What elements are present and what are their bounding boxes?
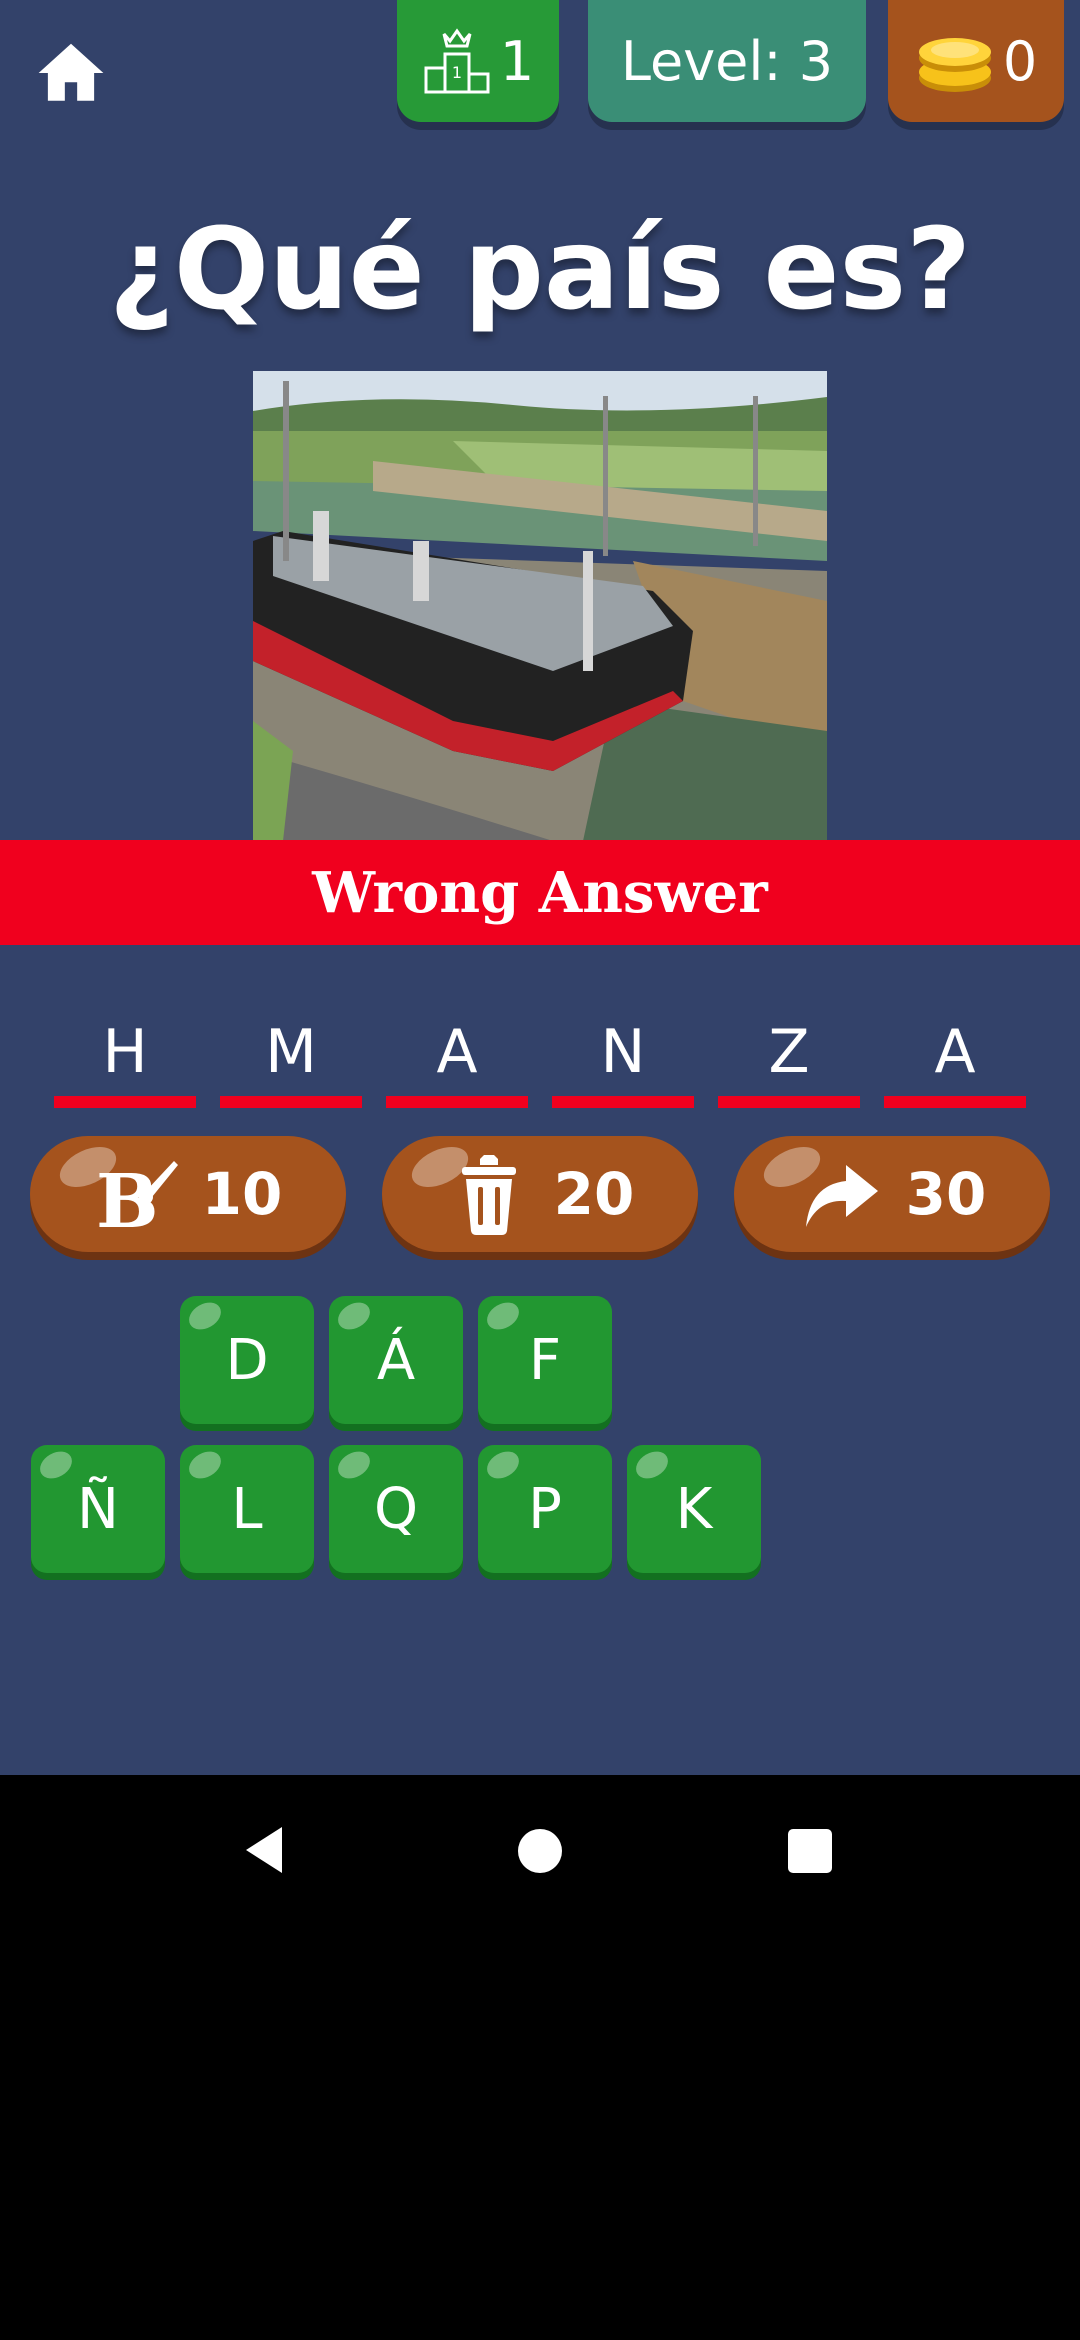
- coins-icon: [918, 38, 991, 92]
- letter-key-label: L: [231, 1476, 263, 1542]
- rank-value: 1: [499, 29, 535, 93]
- home-icon[interactable]: [34, 36, 108, 110]
- letter-key-label: P: [528, 1476, 562, 1542]
- letter-key[interactable]: P: [478, 1445, 612, 1573]
- letter-key[interactable]: Ñ: [31, 1445, 165, 1573]
- reveal-letter-cost: 10: [201, 1160, 283, 1228]
- recents-square-icon[interactable]: [786, 1827, 834, 1875]
- answer-slot-6[interactable]: A: [884, 1010, 1026, 1108]
- key-shine: [184, 1297, 226, 1335]
- coins-chip[interactable]: 0: [888, 0, 1064, 122]
- key-shine: [333, 1297, 375, 1335]
- skip-level-button[interactable]: 30: [734, 1136, 1050, 1252]
- podium-crown-icon: 1: [424, 28, 490, 94]
- back-icon[interactable]: [238, 1823, 292, 1877]
- answer-slot-5[interactable]: Z: [718, 1010, 860, 1108]
- skip-level-cost: 30: [905, 1160, 987, 1228]
- answer-slot-4[interactable]: N: [552, 1010, 694, 1108]
- key-shine: [35, 1446, 77, 1484]
- question-image: [253, 371, 827, 841]
- letter-key[interactable]: Á: [329, 1296, 463, 1424]
- key-shine: [631, 1446, 673, 1484]
- letter-key-label: Ñ: [77, 1476, 119, 1542]
- letter-key-label: Á: [376, 1327, 416, 1393]
- letter-key-label: K: [675, 1476, 713, 1542]
- coins-value: 0: [1002, 29, 1038, 93]
- answer-slot-1[interactable]: H: [54, 1010, 196, 1108]
- letter-key[interactable]: Q: [329, 1445, 463, 1573]
- letter-key[interactable]: K: [627, 1445, 761, 1573]
- key-shine: [184, 1446, 226, 1484]
- home-circle-icon[interactable]: [514, 1825, 566, 1877]
- letter-key-label: Q: [373, 1476, 419, 1542]
- level-chip: Level: 3: [588, 0, 866, 122]
- remove-letters-button[interactable]: 20: [382, 1136, 698, 1252]
- remove-letters-cost: 20: [553, 1160, 635, 1228]
- question-title: ¿Qué país es?: [108, 205, 972, 335]
- wrong-answer-banner: Wrong Answer: [0, 840, 1080, 945]
- leaderboard-chip[interactable]: 1 1: [397, 0, 559, 122]
- game-screen: 1 1 Level: 3 0 ¿Qué país es? Wrong Answe…: [0, 0, 1080, 1775]
- letter-key[interactable]: F: [478, 1296, 612, 1424]
- system-navigation-bar: [0, 1775, 1080, 1921]
- answer-slot-2[interactable]: M: [220, 1010, 362, 1108]
- answer-slot-3[interactable]: A: [386, 1010, 528, 1108]
- svg-text:1: 1: [452, 63, 462, 82]
- level-label: Level: 3: [620, 29, 834, 93]
- key-shine: [333, 1446, 375, 1484]
- key-shine: [482, 1446, 524, 1484]
- reveal-letter-button[interactable]: B 10: [30, 1136, 346, 1252]
- letter-key[interactable]: L: [180, 1445, 314, 1573]
- key-shine: [482, 1297, 524, 1335]
- letter-key[interactable]: D: [180, 1296, 314, 1424]
- letter-key-label: F: [528, 1327, 562, 1393]
- letter-key-label: D: [225, 1327, 269, 1393]
